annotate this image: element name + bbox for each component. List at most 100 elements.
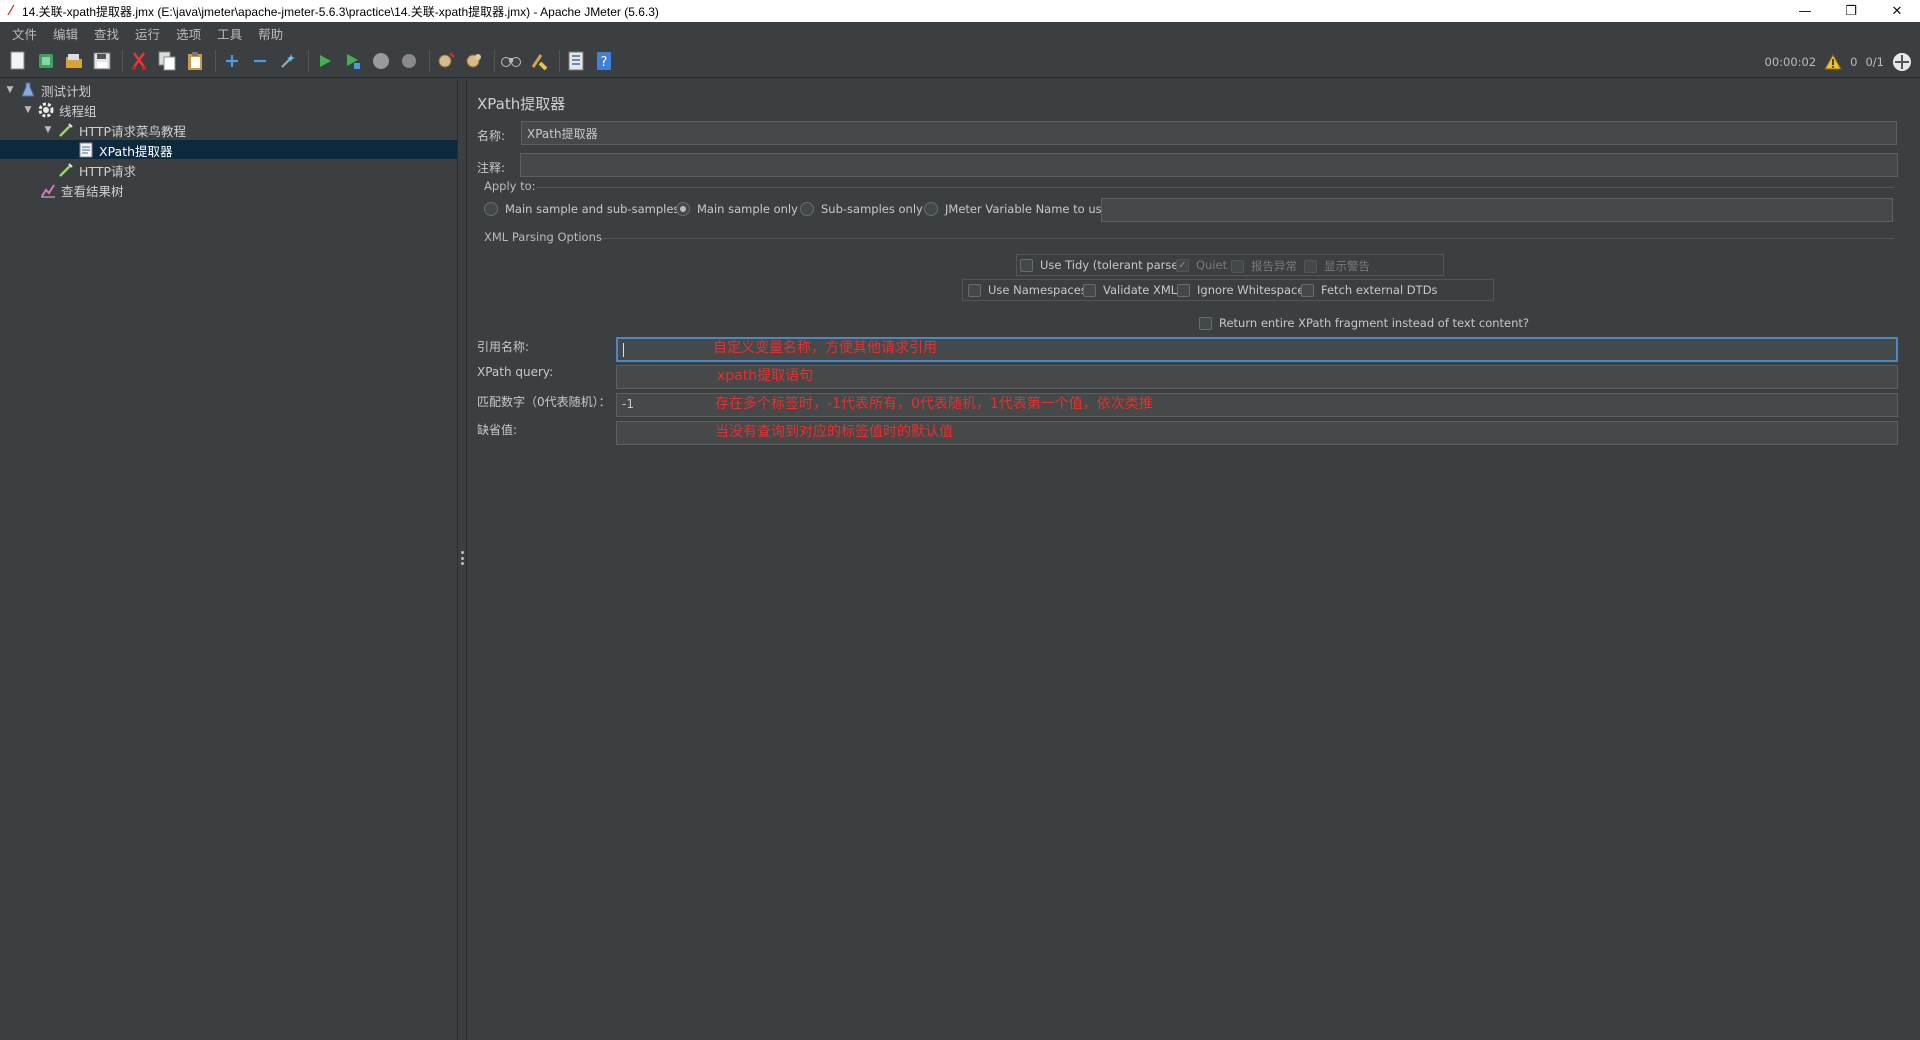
start-button[interactable] <box>313 49 337 73</box>
chart-icon <box>40 182 56 198</box>
cut-button[interactable] <box>127 49 151 73</box>
reset-search-button[interactable] <box>527 49 551 73</box>
name-field[interactable]: XPath提取器 <box>521 121 1897 145</box>
plus-icon <box>226 55 238 67</box>
cut-icon <box>132 52 146 70</box>
checkbox-label: Return entire XPath fragment instead of … <box>1219 316 1530 330</box>
broom-gear-all-icon <box>466 54 481 68</box>
checkbox-box[interactable] <box>1083 283 1096 297</box>
xpath-query-label: XPath query: <box>477 365 554 379</box>
annotation-reference-name: 自定义变量名称，方便其他请求引用 <box>713 340 937 356</box>
save-button[interactable] <box>90 49 114 73</box>
checkmark-icon[interactable]: ✓ <box>1176 258 1189 272</box>
toolbar-separator <box>122 50 123 72</box>
broom-gear-icon <box>438 52 455 68</box>
toggle-button[interactable] <box>276 49 300 73</box>
paste-button[interactable] <box>183 49 207 73</box>
save-icon <box>93 52 111 70</box>
quiet-checkbox[interactable]: ✓ Quiet <box>1176 258 1227 272</box>
tree-node-label: 测试计划 <box>41 83 92 99</box>
help-button[interactable]: ? <box>592 49 616 73</box>
templates-button[interactable] <box>34 49 58 73</box>
tree-node-label: XPath提取器 <box>99 143 173 159</box>
gear-icon <box>38 102 54 118</box>
tree-node-http-request-runoob[interactable]: ▼ HTTP请求菜鸟教程 <box>42 120 186 140</box>
checkbox-box[interactable] <box>1199 316 1212 330</box>
use-namespaces-checkbox[interactable]: Use Namespaces <box>968 283 1087 297</box>
tree-node-test-plan[interactable]: ▼ 测试计划 <box>4 80 91 100</box>
checkbox-box[interactable] <box>1177 283 1190 297</box>
radio-circle[interactable] <box>924 202 938 216</box>
annotation-xpath-query: xpath提取语句 <box>717 368 814 384</box>
close-button[interactable]: ✕ <box>1874 0 1920 22</box>
tree-node-label: 线程组 <box>59 103 97 119</box>
minimize-button[interactable]: — <box>1782 0 1828 22</box>
menu-file[interactable]: 文件 <box>4 24 45 43</box>
menu-run[interactable]: 运行 <box>127 24 168 43</box>
radio-main-and-sub[interactable]: Main sample and sub-samples <box>484 202 679 216</box>
checkbox-box[interactable] <box>1304 259 1317 273</box>
binoculars-icon <box>501 57 521 67</box>
radio-circle[interactable] <box>484 202 498 216</box>
open-folder-icon <box>66 54 82 68</box>
title-bar: ⁄ 14.关联-xpath提取器.jmx (E:\java\jmeter\apa… <box>0 0 1920 22</box>
tree-node-label: HTTP请求 <box>79 163 136 179</box>
expand-all-button[interactable] <box>220 49 244 73</box>
search-button[interactable] <box>499 49 523 73</box>
collapse-all-button[interactable] <box>248 49 272 73</box>
expand-arrow-icon[interactable]: ▼ <box>4 85 16 95</box>
menu-edit[interactable]: 编辑 <box>45 24 86 43</box>
group-divider <box>602 238 1894 239</box>
jmeter-variable-name-field[interactable] <box>1101 198 1893 222</box>
checkbox-box[interactable] <box>968 283 981 297</box>
xml-parsing-options-title: XML Parsing Options <box>484 230 602 244</box>
splitter-grip[interactable] <box>461 551 464 565</box>
restore-button[interactable]: ❐ <box>1828 0 1874 22</box>
warning-icon[interactable] <box>1824 53 1843 70</box>
checkbox-box[interactable] <box>1301 283 1314 297</box>
fetch-external-dtds-checkbox[interactable]: Fetch external DTDs <box>1301 283 1438 297</box>
radio-circle[interactable] <box>800 202 814 216</box>
split-pane-divider[interactable] <box>458 79 467 1040</box>
checkbox-box[interactable] <box>1020 258 1033 272</box>
play-no-timers-icon <box>347 54 360 69</box>
copy-button[interactable] <box>155 49 179 73</box>
tree-node-thread-group[interactable]: ▼ 线程组 <box>22 100 97 120</box>
name-label: 名称: <box>477 129 506 143</box>
toolbar-separator <box>494 50 495 72</box>
tree-node-xpath-extractor[interactable]: XPath提取器 <box>78 140 173 160</box>
tree-node-label: 查看结果树 <box>61 183 124 199</box>
checkbox-box[interactable] <box>1231 259 1244 273</box>
use-tidy-checkbox[interactable]: Use Tidy (tolerant parser) <box>1020 258 1188 272</box>
return-fragment-checkbox[interactable]: Return entire XPath fragment instead of … <box>1199 316 1529 330</box>
clear-all-button[interactable] <box>462 49 486 73</box>
menu-options[interactable]: 选项 <box>168 24 209 43</box>
menu-search[interactable]: 查找 <box>86 24 127 43</box>
clear-button[interactable] <box>434 49 458 73</box>
expand-arrow-icon[interactable]: ▼ <box>42 125 54 135</box>
show-warnings-checkbox[interactable]: 显示警告 <box>1304 258 1370 274</box>
validate-xml-checkbox[interactable]: Validate XML <box>1083 283 1177 297</box>
reference-name-label: 引用名称: <box>477 340 530 354</box>
radio-jmeter-variable[interactable]: JMeter Variable Name to use <box>924 202 1109 216</box>
comment-field[interactable] <box>520 153 1898 177</box>
radio-label: JMeter Variable Name to use <box>945 202 1109 216</box>
shutdown-button[interactable] <box>397 49 421 73</box>
tree-node-view-results-tree[interactable]: 查看结果树 <box>40 180 124 200</box>
radio-main-only[interactable]: Main sample only <box>676 202 798 216</box>
stop-button[interactable] <box>369 49 393 73</box>
radio-sub-only[interactable]: Sub-samples only <box>800 202 923 216</box>
function-helper-button[interactable] <box>564 49 588 73</box>
menu-help[interactable]: 帮助 <box>250 24 291 43</box>
radio-circle[interactable] <box>676 202 690 216</box>
open-button[interactable] <box>62 49 86 73</box>
checkbox-label: Fetch external DTDs <box>1321 283 1438 297</box>
ignore-whitespace-checkbox[interactable]: Ignore Whitespace <box>1177 283 1304 297</box>
start-no-pause-button[interactable] <box>341 49 365 73</box>
report-errors-checkbox[interactable]: 报告异常 <box>1231 258 1297 274</box>
tree-node-http-request[interactable]: HTTP请求 <box>58 160 136 180</box>
warning-count: 0 <box>1850 54 1858 69</box>
menu-tools[interactable]: 工具 <box>209 24 250 43</box>
expand-arrow-icon[interactable]: ▼ <box>22 105 34 115</box>
new-button[interactable] <box>6 49 30 73</box>
